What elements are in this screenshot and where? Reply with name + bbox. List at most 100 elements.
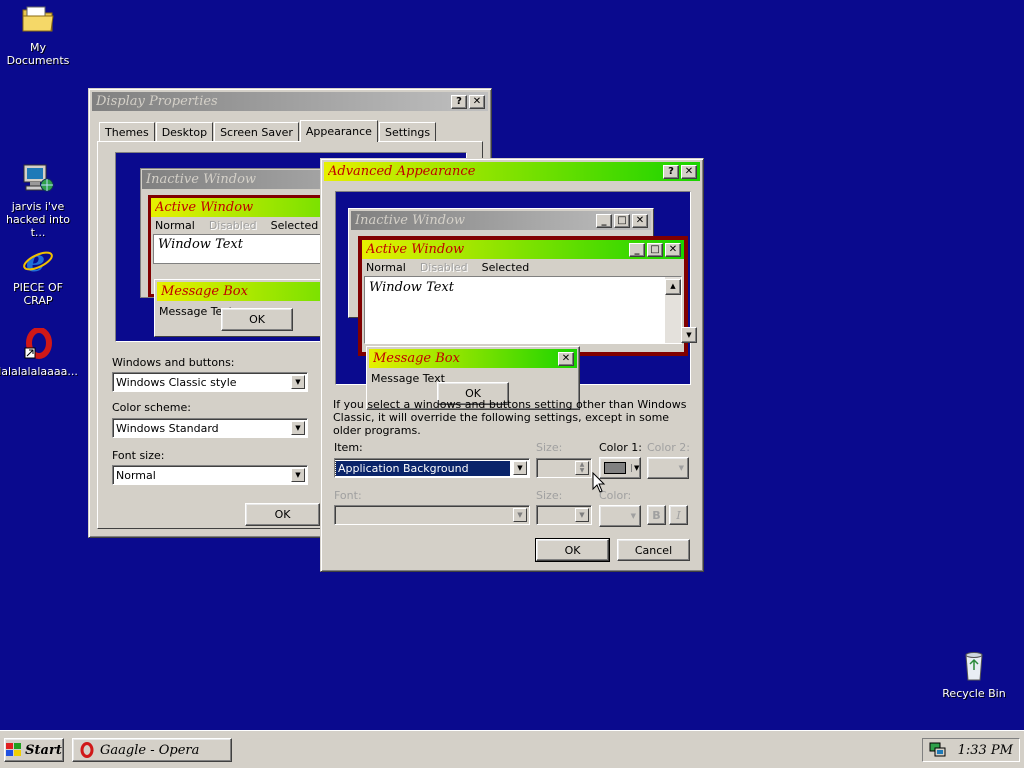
chevron-down-icon: ▼: [631, 464, 639, 472]
preview-menu-bar[interactable]: Normal Disabled Selected: [362, 259, 684, 276]
font-size-value: Normal: [116, 468, 156, 482]
advanced-appearance-window: Advanced Appearance ? ✕ Inactive Window …: [320, 158, 704, 572]
font-size-label: Size:: [536, 489, 563, 502]
preview-window-text-area[interactable]: Window Text ▲ ▼: [364, 276, 697, 344]
close-icon: ✕: [665, 242, 681, 257]
item-value: Application Background: [335, 459, 511, 477]
scroll-down-icon: ▼: [681, 327, 697, 343]
desktop-icon-label: Recycle Bin: [942, 687, 1006, 700]
preview-scrollbar: ▲ ▼: [665, 277, 697, 343]
font-color-picker[interactable]: ▼: [599, 505, 641, 527]
maximize-icon: □: [614, 213, 630, 228]
font-size-label: Font size:: [112, 449, 165, 462]
system-tray: 1:33 PM: [922, 738, 1020, 762]
italic-button[interactable]: I: [669, 505, 688, 525]
desktop-icon-piece-of-crap[interactable]: e PIECE OF CRAP: [0, 244, 78, 307]
chevron-down-icon[interactable]: ▼: [513, 461, 527, 475]
size-label: Size:: [536, 441, 563, 454]
preview-inactive-titlebar[interactable]: Inactive Window _ □ ✕: [351, 211, 651, 230]
desktop-icon-opera[interactable]: lalalalalaaaa...: [0, 327, 78, 378]
menu-disabled[interactable]: Disabled: [420, 261, 468, 274]
maximize-icon: □: [647, 242, 663, 257]
font-select[interactable]: ▼: [334, 505, 530, 525]
color-scheme-value: Windows Standard: [116, 421, 219, 435]
display-properties-titlebar[interactable]: Display Properties ? ✕: [92, 92, 488, 111]
preview-active-window[interactable]: Active Window _ □ ✕ Normal Disabled Sele…: [358, 236, 697, 356]
preview-active-titlebar[interactable]: Active Window _ □ ✕: [362, 240, 684, 259]
window-title: Display Properties: [96, 94, 218, 109]
color1-swatch: [604, 462, 626, 474]
desktop-icon-my-documents[interactable]: My Documents: [0, 4, 78, 67]
cancel-button[interactable]: Cancel: [617, 539, 690, 561]
size-spinner[interactable]: ▲ ▼: [536, 458, 592, 478]
spinner-arrows-icon[interactable]: ▲ ▼: [575, 461, 589, 475]
preview-window-text: Window Text: [158, 237, 243, 252]
preview-message-text: Message Text: [371, 372, 445, 385]
close-button[interactable]: ✕: [469, 94, 485, 109]
desktop-icon-jarvis[interactable]: jarvis i've hacked into t...: [0, 163, 78, 239]
menu-disabled: Disabled: [208, 219, 257, 232]
close-icon: ✕: [558, 351, 574, 366]
chevron-down-icon[interactable]: ▼: [513, 508, 527, 522]
folder-icon: [21, 4, 55, 38]
color1-label: Color 1:: [599, 441, 642, 454]
advanced-preview[interactable]: Inactive Window _ □ ✕ Active Window _ □ …: [335, 191, 697, 410]
internet-explorer-icon: e: [21, 244, 55, 279]
font-size-select[interactable]: ▼: [536, 505, 592, 525]
advanced-appearance-titlebar[interactable]: Advanced Appearance ? ✕: [324, 162, 700, 181]
taskbar-item-opera[interactable]: Gaagle - Opera: [72, 738, 232, 762]
preview-inactive-title: Inactive Window: [355, 213, 466, 228]
chevron-down-icon[interactable]: ▼: [291, 375, 305, 389]
desktop-icon-label: PIECE OF CRAP: [13, 281, 63, 307]
help-button[interactable]: ?: [451, 94, 467, 109]
ok-button[interactable]: OK: [245, 503, 320, 526]
bold-button[interactable]: B: [647, 505, 666, 525]
item-select[interactable]: Application Background ▼: [334, 458, 530, 478]
close-button[interactable]: ✕: [681, 164, 697, 179]
window-title: Advanced Appearance: [328, 164, 476, 179]
color2-picker[interactable]: ▼: [647, 457, 689, 479]
tab-settings[interactable]: Settings: [378, 122, 437, 141]
chevron-down-icon: ▼: [678, 464, 684, 472]
start-label: Start: [25, 742, 62, 758]
chevron-down-icon[interactable]: ▼: [291, 468, 305, 482]
tab-appearance[interactable]: Appearance: [299, 120, 378, 142]
tab-themes[interactable]: Themes: [99, 122, 155, 141]
info-text: If you select a windows and buttons sett…: [333, 398, 687, 437]
minimize-icon: _: [596, 213, 612, 228]
preview-message-titlebar[interactable]: Message Box ✕: [369, 349, 577, 368]
windows-buttons-value: Windows Classic style: [116, 375, 237, 389]
preview-window-text: Window Text: [369, 280, 454, 295]
desktop-icon-label: lalalalalaaaa...: [0, 365, 78, 378]
ok-button[interactable]: OK: [535, 538, 610, 562]
color-scheme-select[interactable]: Windows Standard ▼: [112, 418, 308, 438]
mouse-cursor-icon: [592, 472, 606, 493]
taskbar: Start Gaagle - Opera 1:33 PM: [0, 730, 1024, 768]
font-size-select[interactable]: Normal ▼: [112, 465, 308, 485]
windows-logo-icon: [6, 743, 22, 756]
color2-label: Color 2:: [647, 441, 690, 454]
network-icon[interactable]: [929, 742, 947, 758]
chevron-down-icon[interactable]: ▼: [291, 421, 305, 435]
windows-buttons-select[interactable]: Windows Classic style ▼: [112, 372, 308, 392]
desktop-icon-label: My Documents: [6, 41, 70, 67]
desktop-icon-label: jarvis i've hacked into t...: [5, 200, 71, 239]
menu-normal: Normal: [155, 219, 195, 232]
opera-shortcut-icon: [21, 327, 55, 362]
help-button[interactable]: ?: [663, 164, 679, 179]
start-button[interactable]: Start: [4, 738, 64, 762]
preview-active-title: Active Window: [366, 242, 465, 257]
minimize-icon: _: [629, 242, 645, 257]
opera-icon: [80, 742, 94, 758]
preview-message-title: Message Box: [373, 351, 460, 366]
close-icon: ✕: [632, 213, 648, 228]
menu-normal[interactable]: Normal: [366, 261, 406, 274]
tab-screen-saver[interactable]: Screen Saver: [214, 122, 299, 141]
chevron-down-icon[interactable]: ▼: [575, 508, 589, 522]
font-label: Font:: [334, 489, 362, 502]
desktop-icon-recycle-bin[interactable]: Recycle Bin: [934, 650, 1014, 700]
tab-desktop[interactable]: Desktop: [155, 122, 214, 141]
clock[interactable]: 1:33 PM: [958, 743, 1013, 758]
item-label: Item:: [334, 441, 363, 454]
menu-selected[interactable]: Selected: [482, 261, 530, 274]
